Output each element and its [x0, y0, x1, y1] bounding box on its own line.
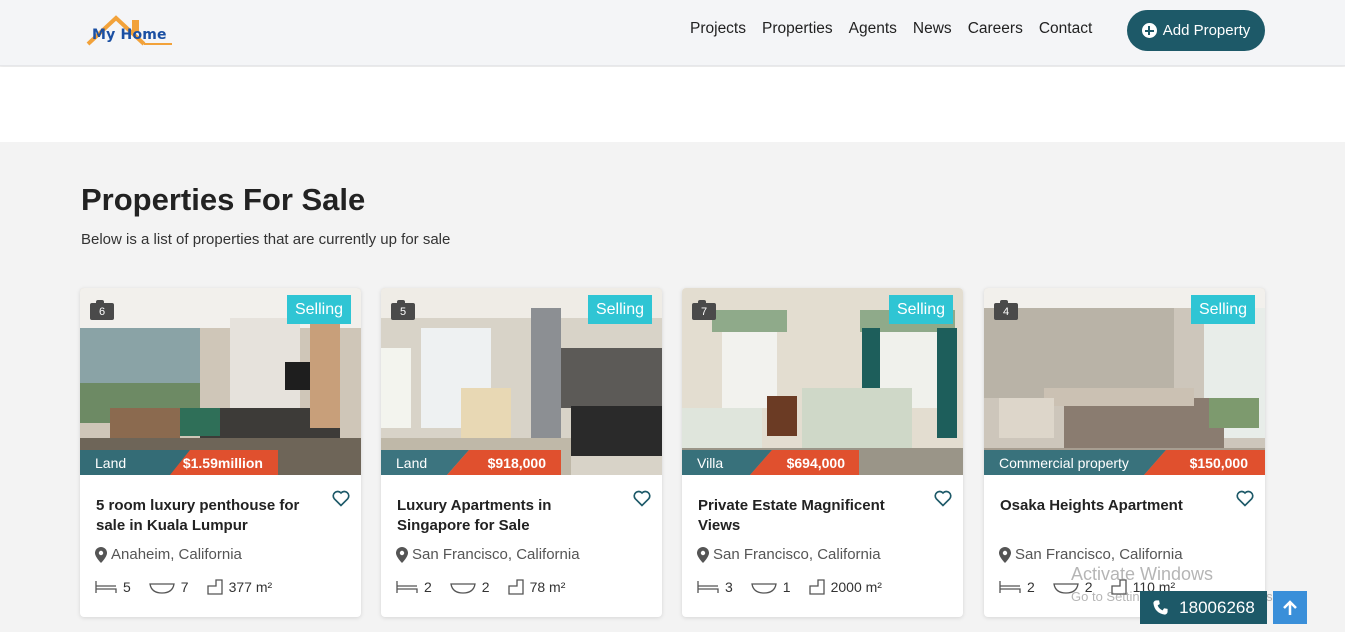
status-badge: Selling [587, 295, 652, 324]
baths-count: 1 [782, 579, 791, 595]
property-title[interactable]: Luxury Apartments in Singapore for Sale [397, 496, 622, 536]
property-specs: 5 7 377 m² [95, 579, 290, 595]
property-title[interactable]: 5 room luxury penthouse for sale in Kual… [96, 496, 321, 536]
property-location: San Francisco, California [697, 546, 881, 563]
property-photo[interactable]: 5 Selling Land $918,000 [381, 288, 662, 475]
property-type: Commercial property [999, 455, 1129, 471]
photo-count-badge: 6 [90, 300, 114, 320]
property-location: Anaheim, California [95, 546, 242, 563]
heart-icon[interactable] [1235, 488, 1255, 508]
property-price: $918,000 [487, 455, 546, 471]
phone-icon [1153, 600, 1168, 615]
area-icon [206, 579, 223, 595]
bed-icon [697, 581, 719, 593]
plus-circle-icon [1141, 23, 1157, 38]
add-property-button[interactable]: Add Property [1127, 10, 1265, 51]
location-text: San Francisco, California [1015, 546, 1183, 563]
bath-icon [149, 583, 175, 594]
phone-number: 18006268 [1179, 597, 1255, 617]
bed-icon [396, 581, 418, 593]
property-type: Villa [697, 455, 724, 471]
property-price: $150,000 [1189, 455, 1248, 471]
property-location: San Francisco, California [999, 546, 1183, 563]
map-pin-icon [95, 546, 107, 563]
scroll-to-top-button[interactable] [1273, 591, 1307, 624]
section-subtitle: Below is a list of properties that are c… [81, 231, 451, 248]
area-icon [808, 579, 825, 595]
logo-text: My Home [92, 27, 167, 43]
location-text: San Francisco, California [412, 546, 580, 563]
photo-count-badge: 7 [692, 300, 716, 320]
bath-icon [751, 583, 777, 594]
heart-icon[interactable] [933, 488, 953, 508]
beds-count: 2 [424, 579, 432, 595]
arrow-up-icon [1283, 599, 1297, 615]
property-type: Land [95, 455, 127, 471]
property-location: San Francisco, California [396, 546, 580, 563]
activate-windows-watermark: Activate Windows [1071, 564, 1214, 584]
area-value: 377 m² [228, 579, 273, 595]
hero-spacer [0, 67, 1345, 142]
area-value: 2000 m² [830, 579, 882, 595]
nav-contact[interactable]: Contact [1039, 20, 1092, 38]
section-title: Properties For Sale [81, 182, 366, 217]
nav-projects[interactable]: Projects [690, 20, 746, 38]
bath-icon [450, 583, 476, 594]
property-specs: 3 1 2000 m² [697, 579, 900, 595]
property-title[interactable]: Osaka Heights Apartment [1000, 496, 1225, 516]
property-card[interactable]: 7 Selling Villa $694,000 Private Estate … [682, 288, 963, 617]
heart-icon[interactable] [331, 488, 351, 508]
nav-properties[interactable]: Properties [762, 20, 833, 38]
area-icon [507, 579, 524, 595]
property-card[interactable]: 5 Selling Land $918,000 Luxury Apartment… [381, 288, 662, 617]
beds-count: 3 [725, 579, 733, 595]
nav-agents[interactable]: Agents [849, 20, 897, 38]
map-pin-icon [999, 546, 1011, 563]
property-specs: 2 2 78 m² [396, 579, 583, 595]
beds-count: 5 [123, 579, 131, 595]
location-text: San Francisco, California [713, 546, 881, 563]
status-badge: Selling [286, 295, 351, 324]
add-property-label: Add Property [1162, 22, 1251, 39]
site-header: My Home Projects Properties Agents News … [0, 0, 1345, 66]
status-badge: Selling [888, 295, 953, 324]
nav-careers[interactable]: Careers [968, 20, 1023, 38]
property-price: $1.59million [182, 455, 263, 471]
main-nav: Projects Properties Agents News Careers … [690, 20, 1092, 38]
property-title[interactable]: Private Estate Magnificent Views [698, 496, 923, 536]
property-price: $694,000 [786, 455, 845, 471]
property-photo[interactable]: 6 Selling Land $1.59million [80, 288, 361, 475]
location-text: Anaheim, California [111, 546, 242, 563]
map-pin-icon [396, 546, 408, 563]
status-badge: Selling [1190, 295, 1255, 324]
baths-count: 2 [481, 579, 490, 595]
property-type: Land [396, 455, 428, 471]
property-photo[interactable]: 4 Selling Commercial property $150,000 [984, 288, 1265, 475]
property-card[interactable]: 6 Selling Land $1.59million 5 room luxur… [80, 288, 361, 617]
map-pin-icon [697, 546, 709, 563]
photo-count-badge: 5 [391, 300, 415, 320]
property-photo[interactable]: 7 Selling Villa $694,000 [682, 288, 963, 475]
beds-count: 2 [1027, 579, 1035, 595]
photo-count-badge: 4 [994, 300, 1018, 320]
nav-news[interactable]: News [913, 20, 952, 38]
baths-count: 7 [180, 579, 189, 595]
area-value: 78 m² [529, 579, 566, 595]
call-button[interactable]: 18006268 [1140, 591, 1267, 624]
bed-icon [999, 581, 1021, 593]
heart-icon[interactable] [632, 488, 652, 508]
bed-icon [95, 581, 117, 593]
logo[interactable]: My Home [86, 14, 176, 50]
